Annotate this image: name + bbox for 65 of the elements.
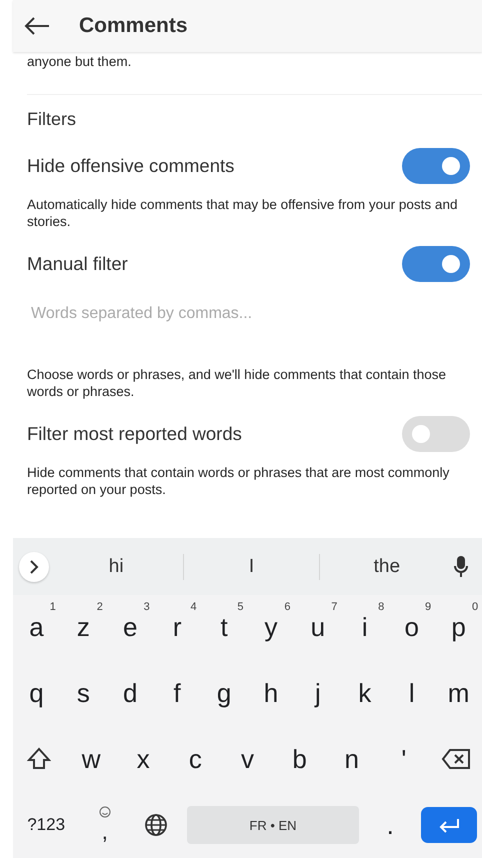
key[interactable]: l	[408, 678, 415, 710]
description-text: Hide comments that contain words or phrases that are most commonly reported on your posts.	[27, 464, 450, 498]
key[interactable]: y	[264, 612, 278, 644]
toggle-switch[interactable]	[402, 246, 470, 282]
key-hint: 5	[237, 601, 244, 613]
description-text: Automatically hide comments that may be offensive from your posts and stories.	[27, 196, 458, 230]
description-text: Choose words or phrases, and we'll hide comments that contain those words or phrases.	[27, 366, 448, 400]
smiley-icon	[98, 806, 111, 818]
key[interactable]: w	[82, 744, 101, 775]
setting-label: Hide offensive comments	[27, 155, 234, 177]
backspace-icon[interactable]	[440, 748, 471, 770]
key[interactable]: d	[123, 678, 138, 710]
key[interactable]: j	[315, 678, 321, 710]
suggestion[interactable]: the	[320, 556, 454, 578]
key[interactable]: o	[404, 612, 419, 644]
globe-icon[interactable]	[144, 813, 168, 838]
chevron-right-icon[interactable]	[29, 560, 39, 574]
key[interactable]: m	[448, 678, 470, 710]
key[interactable]: x	[136, 744, 150, 775]
key[interactable]: r	[172, 612, 182, 644]
key[interactable]: a	[29, 612, 44, 644]
setting-label: Manual filter	[27, 253, 128, 275]
key[interactable]: ,	[102, 819, 108, 846]
toggle-switch[interactable]	[402, 148, 470, 184]
suggestion[interactable]: I	[184, 556, 319, 578]
key[interactable]: v	[240, 744, 254, 775]
key-hint: 9	[425, 601, 432, 613]
key[interactable]: '	[401, 744, 406, 775]
suggestion[interactable]: hi	[49, 556, 184, 578]
key[interactable]: z	[76, 612, 90, 644]
key[interactable]: i	[362, 612, 368, 644]
back-arrow-icon[interactable]	[23, 16, 51, 36]
key[interactable]: k	[358, 678, 372, 710]
key[interactable]: q	[29, 678, 44, 710]
key[interactable]: ?123	[27, 815, 66, 836]
setting-label: Filter most reported words	[27, 423, 242, 445]
enter-icon[interactable]	[420, 807, 477, 844]
key[interactable]: .	[386, 810, 394, 841]
key[interactable]: e	[123, 612, 138, 644]
shift-icon[interactable]	[27, 747, 52, 772]
section-title: Filters	[27, 109, 77, 130]
key[interactable]: p	[451, 612, 466, 644]
key-hint: 0	[472, 601, 478, 613]
microphone-icon[interactable]	[454, 556, 468, 578]
key-hint: 6	[284, 601, 290, 613]
key-hint: 4	[190, 601, 197, 613]
key[interactable]: s	[76, 678, 90, 710]
key[interactable]: u	[310, 612, 326, 644]
screen-title: Comments	[79, 14, 188, 38]
key[interactable]: b	[292, 744, 307, 775]
key-hint: 8	[378, 601, 384, 613]
key-hint: 3	[144, 601, 150, 613]
key-hint: 2	[96, 601, 103, 613]
space-bar[interactable]: FR • EN	[187, 806, 359, 844]
key[interactable]: c	[188, 744, 202, 775]
key[interactable]: f	[174, 678, 181, 710]
key[interactable]: t	[220, 612, 228, 644]
toggle-switch[interactable]	[402, 416, 470, 452]
expand-button[interactable]	[19, 552, 49, 582]
key[interactable]: g	[216, 678, 232, 710]
key-hint: 7	[331, 601, 338, 613]
key[interactable]: h	[264, 678, 278, 710]
key[interactable]: n	[344, 744, 359, 775]
description-text: anyone but them.	[27, 54, 482, 95]
key-hint: 1	[50, 601, 56, 613]
